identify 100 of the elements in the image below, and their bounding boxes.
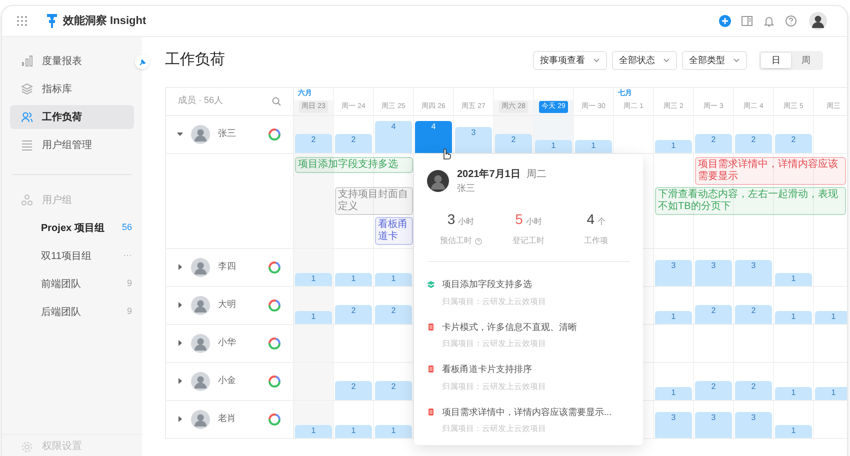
view-tab[interactable]: 日 xyxy=(761,52,791,68)
caret-right-icon[interactable] xyxy=(177,302,183,308)
load-bar[interactable]: 2 xyxy=(335,134,372,152)
pin-icon xyxy=(138,58,146,66)
load-bar[interactable]: 2 xyxy=(375,380,412,400)
member-name: 老肖 xyxy=(218,412,236,426)
avatar-icon[interactable] xyxy=(809,12,827,30)
page-title: 工作负荷 xyxy=(165,50,225,70)
panel-icon[interactable] xyxy=(741,15,753,27)
load-bar[interactable]: 1 xyxy=(775,387,812,400)
logo-icon xyxy=(47,14,57,28)
popover-date: 2021年7月1日 xyxy=(457,168,520,182)
load-bar[interactable]: 2 xyxy=(335,304,372,324)
load-bar[interactable]: 2 xyxy=(735,134,772,152)
load-bar[interactable]: 3 xyxy=(455,127,492,152)
group-item[interactable]: Projex 项目组 56 xyxy=(2,216,142,240)
caret-right-icon[interactable] xyxy=(177,264,183,270)
pin-button[interactable] xyxy=(135,55,149,69)
load-bar[interactable]: 1 xyxy=(375,273,412,286)
load-bar[interactable]: 1 xyxy=(335,425,372,438)
nav-item[interactable]: 度量报表 xyxy=(10,49,134,73)
column-header: 成员 · 56人 xyxy=(178,94,224,108)
load-bar[interactable]: 4 xyxy=(375,120,412,152)
load-bar[interactable]: 1 xyxy=(815,387,847,400)
member-name: 小金 xyxy=(218,374,236,388)
filter-dropdown[interactable]: 按事项查看 xyxy=(533,50,607,70)
load-bar[interactable]: 3 xyxy=(655,412,692,438)
group-item[interactable]: 后端团队 9 xyxy=(2,300,142,324)
stat-label: 登记工时 xyxy=(512,235,544,247)
load-bar[interactable]: 3 xyxy=(695,260,732,286)
stat-value: 4 xyxy=(586,210,595,229)
help-icon[interactable] xyxy=(474,238,482,244)
list-icon xyxy=(21,139,33,151)
load-bar[interactable]: 2 xyxy=(335,380,372,400)
load-bar[interactable]: 2 xyxy=(295,134,332,152)
load-bar[interactable]: 1 xyxy=(775,425,812,438)
load-bar[interactable]: 1 xyxy=(295,311,332,324)
load-bar[interactable]: 4 xyxy=(415,120,452,152)
caret-down-icon[interactable] xyxy=(177,131,183,137)
load-bar[interactable]: 1 xyxy=(655,311,692,324)
load-bar[interactable]: 1 xyxy=(815,311,847,324)
view-tab[interactable]: 周 xyxy=(791,52,821,68)
work-item-title[interactable]: 项目添加字段支持多选 xyxy=(442,278,546,292)
caret-right-icon[interactable] xyxy=(177,416,183,422)
task-bar: 下滑查看动态内容，左右一起滑动，表现不如TB的分页下 xyxy=(655,186,846,214)
count-label: 9 xyxy=(126,277,132,290)
load-bar[interactable]: 1 xyxy=(655,140,692,152)
load-ring-icon xyxy=(268,412,281,426)
search-icon[interactable] xyxy=(272,96,281,106)
member-name: 张三 xyxy=(218,127,236,140)
section-title: 用户组 xyxy=(42,194,72,208)
load-bar[interactable]: 2 xyxy=(735,380,772,400)
load-bar[interactable]: 1 xyxy=(655,387,692,400)
stat-value: 5 xyxy=(515,210,523,229)
work-item-title[interactable]: 项目需求详情中，详情内容应该需要显示... xyxy=(442,406,612,419)
load-bar[interactable]: 1 xyxy=(535,140,572,152)
load-bar[interactable]: 3 xyxy=(735,260,772,286)
load-bar[interactable]: 1 xyxy=(775,311,812,324)
load-bar[interactable]: 2 xyxy=(695,134,732,152)
member-name: 大明 xyxy=(218,298,236,312)
avatar-icon xyxy=(191,258,210,276)
task-bar: 项目需求详情中，详情内容应该需要显示 xyxy=(695,156,846,184)
load-bar[interactable]: 2 xyxy=(695,304,732,324)
help-icon[interactable] xyxy=(785,15,797,27)
group-item[interactable]: 前端团队 9 xyxy=(2,272,142,296)
load-bar[interactable]: 3 xyxy=(655,260,692,286)
people-icon xyxy=(21,111,33,123)
apps-grid-icon[interactable] xyxy=(16,15,28,27)
load-bar[interactable]: 2 xyxy=(775,134,812,152)
load-bar[interactable]: 1 xyxy=(575,140,612,152)
nav-item[interactable]: 指标库 xyxy=(10,77,134,101)
load-bar[interactable]: 1 xyxy=(375,425,412,438)
avatar-icon xyxy=(191,334,210,352)
load-bar[interactable]: 3 xyxy=(735,412,772,438)
nav-item[interactable]: 工作负荷 xyxy=(10,105,134,129)
filter-dropdown[interactable]: 全部状态 xyxy=(612,50,677,70)
load-bar[interactable]: 2 xyxy=(495,134,532,152)
caret-right-icon[interactable] xyxy=(177,340,183,346)
chevron-down-icon xyxy=(663,58,670,63)
add-icon[interactable] xyxy=(719,15,731,27)
work-item-title[interactable]: 看板甬道卡片支持排序 xyxy=(442,363,546,376)
load-bar[interactable]: 2 xyxy=(375,304,412,324)
work-item-title[interactable]: 卡片模式，许多信息不直观、清晰 xyxy=(442,320,577,334)
load-bar[interactable]: 3 xyxy=(695,412,732,438)
load-ring-icon xyxy=(268,336,281,350)
avatar-icon xyxy=(191,296,210,314)
load-bar[interactable]: 1 xyxy=(295,425,332,438)
stat-unit: 小时 xyxy=(526,216,542,228)
load-bar[interactable]: 2 xyxy=(735,304,772,324)
caret-right-icon[interactable] xyxy=(177,378,183,384)
load-bar[interactable]: 1 xyxy=(775,273,812,286)
load-bar[interactable]: 2 xyxy=(695,380,732,400)
filter-dropdown[interactable]: 全部类型 xyxy=(682,50,747,70)
group-item[interactable]: 双11项目组 ··· xyxy=(2,244,142,268)
task-bar: 看板甬道卡 xyxy=(375,216,413,244)
count-label: 9 xyxy=(126,305,132,318)
load-bar[interactable]: 1 xyxy=(335,273,372,286)
nav-item[interactable]: 用户组管理 xyxy=(10,133,134,157)
bell-icon[interactable] xyxy=(763,15,775,27)
load-bar[interactable]: 1 xyxy=(295,273,332,286)
